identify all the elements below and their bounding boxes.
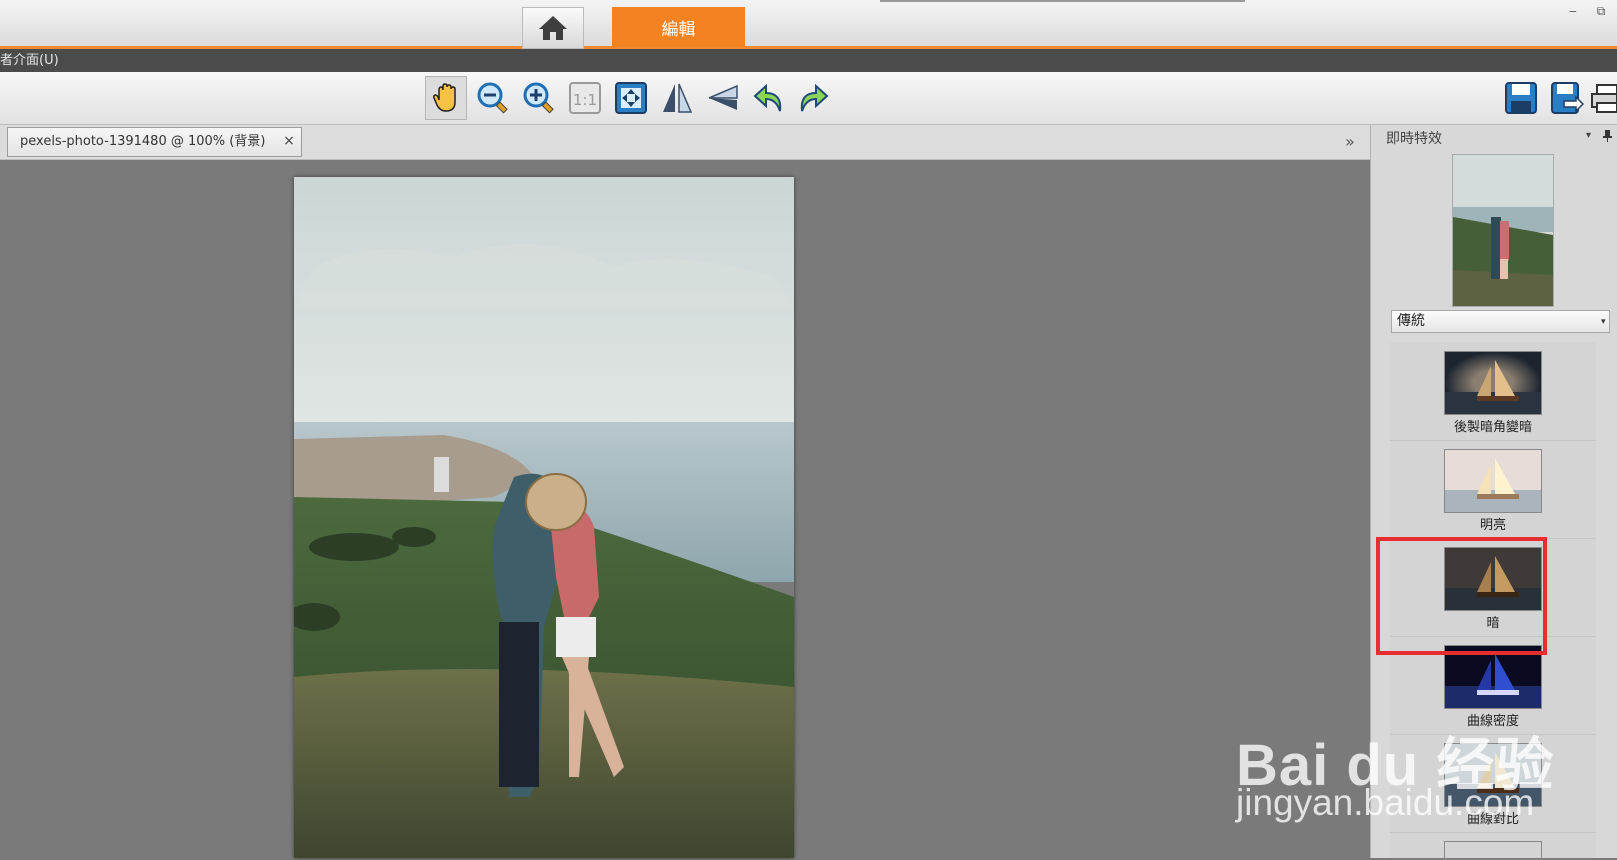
print-icon: [1591, 84, 1617, 113]
chevron-down-icon[interactable]: ▾: [1601, 317, 1606, 327]
fit-window-button[interactable]: [610, 76, 652, 120]
actual-size-icon: 1:1: [569, 82, 601, 114]
effect-label: 後製暗角變暗: [1453, 420, 1532, 435]
effect-thumbnail: [1444, 449, 1542, 513]
app-top-bar: [0, 0, 1617, 49]
print-button[interactable]: [1590, 76, 1617, 120]
restore-icon: ⧉: [1596, 4, 1606, 18]
effect-preview-thumbnail: [1452, 154, 1554, 307]
effect-thumbnail: [1444, 841, 1542, 860]
actual-size-button[interactable]: 1:1: [564, 76, 606, 120]
panel-menu-arrow-icon[interactable]: ▾: [1586, 130, 1591, 141]
menu-item-interface[interactable]: 者介面(U): [0, 53, 59, 68]
selection-highlight: [1376, 537, 1547, 655]
restore-button[interactable]: ⧉: [1594, 4, 1608, 18]
save-as-icon: [1551, 82, 1584, 114]
save-button[interactable]: [1500, 76, 1542, 120]
zoom-out-button[interactable]: [472, 76, 514, 120]
effect-item-next[interactable]: [1390, 833, 1596, 860]
save-as-button[interactable]: [1546, 76, 1588, 120]
zoom-in-button[interactable]: [518, 76, 560, 120]
pin-icon[interactable]: [1603, 130, 1612, 145]
fit-window-icon: [615, 82, 647, 114]
top-divider: [880, 0, 1245, 2]
minimize-icon: ‒: [1569, 4, 1577, 18]
actual-size-text: 1:1: [573, 91, 597, 109]
rotate-left-icon: [753, 83, 782, 112]
menu-bar: 者介面(U): [0, 49, 1617, 72]
minimize-button[interactable]: ‒: [1566, 4, 1580, 18]
home-icon: [539, 16, 567, 40]
edit-tab[interactable]: 編輯: [612, 7, 745, 47]
flip-vertical-button[interactable]: [702, 76, 744, 120]
flip-horizontal-button[interactable]: [656, 76, 698, 120]
close-tab-icon[interactable]: ×: [282, 134, 296, 148]
effect-style-value: 傳統: [1397, 313, 1425, 329]
effect-style-select[interactable]: 傳統: [1391, 310, 1610, 333]
tab-scroll-icon[interactable]: »: [1345, 132, 1359, 152]
effect-item-vignette[interactable]: 後製暗角變暗: [1390, 343, 1596, 441]
flip-horizontal-icon: [663, 83, 693, 113]
save-icon: [1505, 82, 1537, 114]
hand-icon: [432, 83, 456, 112]
effect-label: 明亮: [1479, 518, 1506, 533]
watermark-url: jingyan.baidu.com: [1236, 782, 1535, 823]
document-tab[interactable]: pexels-photo-1391480 @ 100% (背景): [7, 127, 302, 157]
effect-thumbnail: [1444, 351, 1542, 415]
rotate-left-button[interactable]: [748, 76, 790, 120]
document-tab-label: pexels-photo-1391480 @ 100% (背景): [20, 134, 266, 149]
effect-item-bright[interactable]: 明亮: [1390, 441, 1596, 539]
home-tab[interactable]: [522, 7, 584, 49]
flip-vertical-icon: [708, 84, 738, 110]
zoom-in-icon: [523, 82, 554, 114]
panel-title: 即時特效: [1386, 131, 1442, 147]
rotate-right-icon: [800, 83, 829, 112]
hand-tool-button[interactable]: [425, 76, 467, 120]
zoom-out-icon: [477, 82, 508, 114]
edited-photo[interactable]: [294, 177, 794, 858]
photo-image: [294, 177, 794, 858]
edit-tab-label: 編輯: [661, 19, 696, 40]
rotate-right-button[interactable]: [792, 76, 834, 120]
